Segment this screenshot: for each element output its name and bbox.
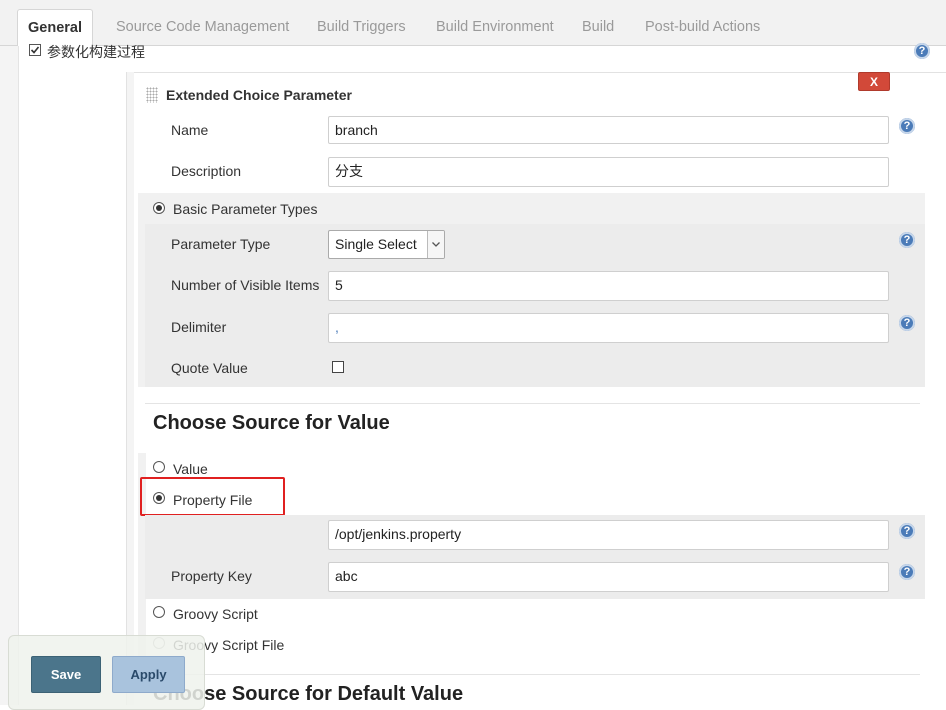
- basic-parameter-radio[interactable]: [153, 202, 165, 214]
- name-label: Name: [171, 122, 209, 138]
- help-icon[interactable]: ?: [899, 315, 915, 331]
- divider: [145, 403, 920, 404]
- left-gutter: [0, 46, 19, 705]
- help-icon[interactable]: ?: [899, 523, 915, 539]
- check-icon: [30, 46, 40, 54]
- groovy-script-option-label: Groovy Script: [173, 606, 258, 622]
- parameter-type-value: Single Select: [335, 236, 417, 252]
- source-value-heading: Choose Source for Value: [153, 412, 390, 434]
- help-icon[interactable]: ?: [899, 232, 915, 248]
- property-key-label: Property Key: [171, 568, 252, 584]
- tab-build-environment[interactable]: Build Environment: [425, 9, 565, 45]
- value-option-label: Value: [173, 461, 208, 477]
- inner-gutter: [126, 72, 134, 705]
- quote-value-checkbox[interactable]: [332, 361, 344, 373]
- description-input[interactable]: 分支: [328, 157, 889, 187]
- tab-source-code-management[interactable]: Source Code Management: [105, 9, 300, 45]
- help-icon[interactable]: ?: [899, 118, 915, 134]
- highlight-box: [140, 477, 285, 516]
- chevron-down-icon: [427, 231, 444, 258]
- visible-items-label: Number of Visible Items: [171, 277, 320, 293]
- divider: [145, 674, 920, 675]
- drag-handle-icon[interactable]: [146, 87, 158, 103]
- save-button[interactable]: Save: [31, 656, 101, 693]
- parameterized-checkbox[interactable]: [29, 44, 41, 56]
- apply-button[interactable]: Apply: [112, 656, 185, 693]
- quote-value-label: Quote Value: [171, 360, 248, 376]
- parameter-type-label: Parameter Type: [171, 236, 271, 252]
- parameter-type-select[interactable]: Single Select: [328, 230, 445, 259]
- tab-post-build-actions[interactable]: Post-build Actions: [634, 9, 771, 45]
- property-key-input[interactable]: abc: [328, 562, 889, 592]
- delete-parameter-button[interactable]: X: [858, 72, 890, 91]
- description-label: Description: [171, 163, 242, 179]
- groovy-script-radio[interactable]: [153, 606, 165, 618]
- tab-build-triggers[interactable]: Build Triggers: [306, 9, 417, 45]
- property-file-input[interactable]: /opt/jenkins.property: [328, 520, 889, 550]
- tab-build[interactable]: Build: [571, 9, 625, 45]
- parameterized-label: 参数化构建过程: [47, 44, 145, 60]
- delimiter-label: Delimiter: [171, 319, 227, 335]
- help-icon[interactable]: ?: [899, 564, 915, 580]
- name-input[interactable]: branch: [328, 116, 889, 144]
- value-radio[interactable]: [153, 461, 165, 473]
- parameter-title: Extended Choice Parameter: [166, 87, 352, 103]
- basic-parameter-label: Basic Parameter Types: [173, 201, 318, 217]
- help-icon[interactable]: ?: [914, 43, 930, 59]
- visible-items-input[interactable]: 5: [328, 271, 889, 301]
- delimiter-input[interactable]: ,: [328, 313, 889, 343]
